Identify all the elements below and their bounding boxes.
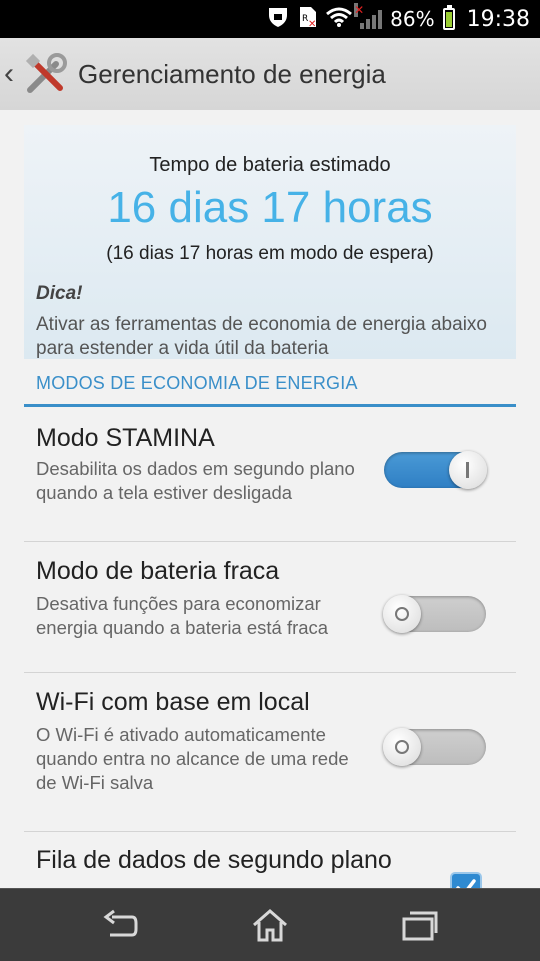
- home-button[interactable]: [250, 907, 290, 943]
- svg-text:✕: ✕: [308, 19, 316, 29]
- setting-background-data-queue[interactable]: Fila de dados de segundo plano: [24, 832, 516, 888]
- setting-title: Modo de bateria fraca: [36, 557, 280, 585]
- tip-text: Ativar as ferramentas de economia de ene…: [36, 314, 487, 359]
- background-data-checkbox[interactable]: [452, 874, 480, 888]
- setting-stamina-mode[interactable]: Modo STAMINA Desabilita os dados em segu…: [24, 408, 516, 541]
- checkmark-icon: [456, 879, 476, 888]
- location-wifi-toggle[interactable]: [383, 728, 486, 766]
- section-header: MODOS DE ECONOMIA DE ENERGIA: [36, 373, 358, 393]
- content-area[interactable]: Tempo de bateria estimado 16 dias 17 hor…: [0, 110, 540, 888]
- toggle-knob: [383, 728, 421, 766]
- wifi-icon: [326, 6, 353, 33]
- stamina-toggle[interactable]: [384, 451, 487, 489]
- setting-title: Modo STAMINA: [36, 424, 215, 452]
- estimate-standby: (16 dias 17 horas em modo de espera): [106, 243, 434, 264]
- page-title: Gerenciamento de energia: [78, 58, 386, 89]
- toggle-knob: [449, 451, 487, 489]
- setting-low-battery-mode[interactable]: Modo de bateria fraca Desativa funções p…: [24, 542, 516, 672]
- navigation-bar: [0, 888, 540, 961]
- estimate-value: 16 dias 17 horas: [107, 183, 433, 232]
- tools-icon[interactable]: [24, 52, 68, 96]
- setting-description: Desabilita os dados em segundo plano qua…: [36, 458, 355, 503]
- recent-apps-button[interactable]: [400, 907, 440, 943]
- status-icons: R ✕ ✕ 86% 19:38: [266, 0, 530, 38]
- setting-description: Desativa funções para economizar energia…: [36, 593, 329, 638]
- signal-icon: ✕: [354, 3, 383, 29]
- tip-title: Dica!: [36, 283, 83, 304]
- home-icon: [253, 909, 287, 942]
- battery-percent: 86%: [390, 7, 435, 31]
- battery-icon: [442, 5, 455, 30]
- up-navigation-chevron-icon[interactable]: ‹: [4, 57, 20, 91]
- section-divider: [24, 404, 516, 407]
- security-icon: [266, 6, 290, 33]
- toggle-knob: [383, 595, 421, 633]
- back-icon: [103, 909, 138, 937]
- no-signal-icon: ✕: [354, 3, 365, 17]
- estimate-label: Tempo de bateria estimado: [149, 154, 391, 176]
- low-battery-toggle[interactable]: [383, 595, 486, 633]
- clock: 19:38: [466, 6, 530, 32]
- sim-icon: R ✕: [298, 5, 318, 34]
- status-bar: R ✕ ✕ 86% 19:38: [0, 0, 540, 38]
- back-button[interactable]: [100, 907, 140, 943]
- setting-title: Wi-Fi com base em local: [36, 688, 310, 716]
- setting-description: O Wi-Fi é ativado automaticamente quando…: [36, 724, 349, 793]
- setting-location-based-wifi[interactable]: Wi-Fi com base em local O Wi-Fi é ativad…: [24, 673, 516, 831]
- setting-title: Fila de dados de segundo plano: [36, 846, 392, 874]
- battery-estimate-card: Tempo de bateria estimado 16 dias 17 hor…: [24, 125, 516, 359]
- action-bar: ‹ Gerenciamento de energia: [0, 38, 540, 110]
- recent-apps-icon: [402, 911, 438, 941]
